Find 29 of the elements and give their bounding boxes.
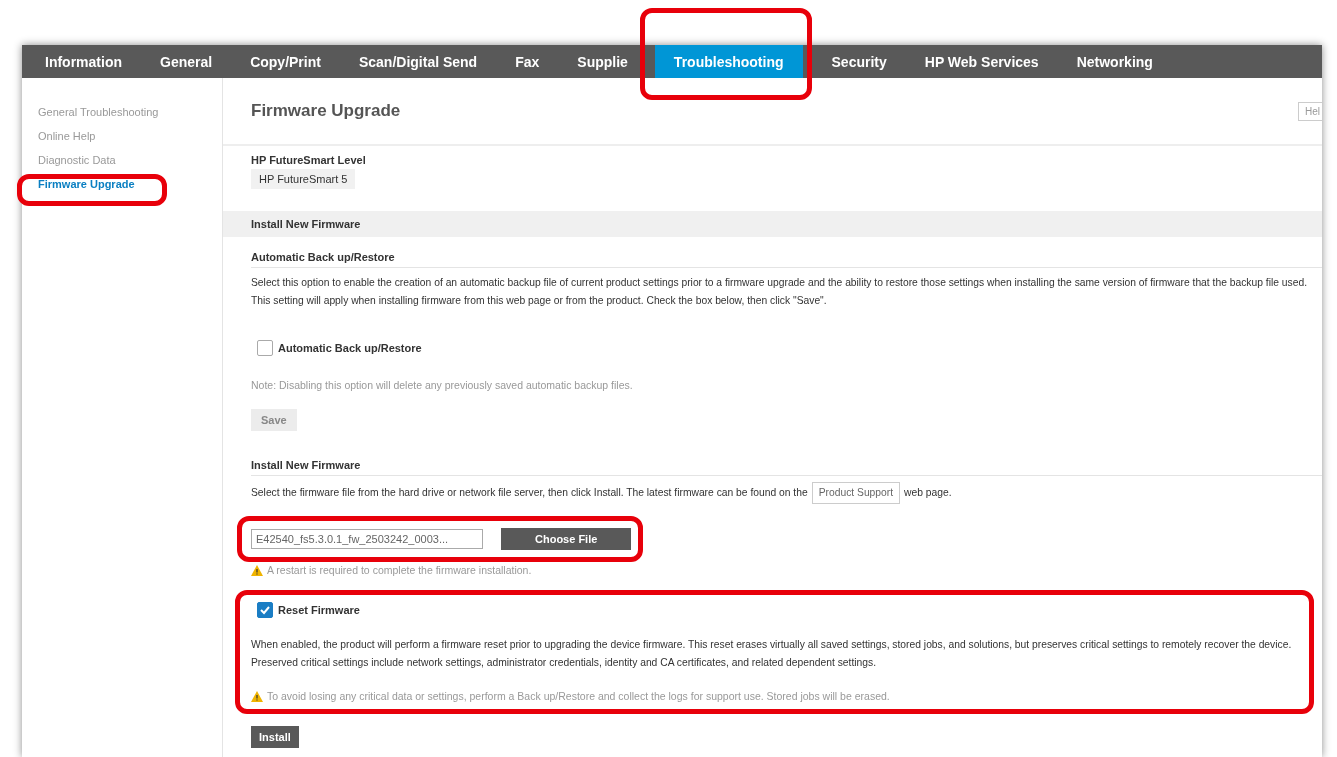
choose-file-button[interactable]: Choose File (501, 528, 632, 550)
futuresmart-value: HP FutureSmart 5 (251, 169, 356, 189)
section-header: Install New Firmware (223, 211, 1322, 237)
nav-tab[interactable]: Fax (496, 45, 559, 78)
section-heading: Install New Firmware (251, 459, 1322, 476)
note-text: Note: Disabling this option will delete any previously saved automatic backup files. (251, 379, 634, 391)
nav-tab[interactable]: Scan/Digital Send (339, 45, 497, 78)
section-heading: Automatic Back up/Restore (251, 251, 1322, 268)
file-path-field[interactable]: E42540_fs5.3.0.1_fw_2503242_0003... (251, 529, 483, 549)
warning-text: To avoid losing any critical data or settings, perform a Back up/Restore and collect the logs for support use. Stored jobs will be erased. (267, 690, 890, 702)
checkbox-label: Reset Firmware (278, 604, 360, 616)
field-label: HP FutureSmart Level (251, 154, 367, 166)
install-button[interactable]: Install (251, 726, 299, 748)
nav-tab[interactable]: Copy/Print (231, 45, 340, 78)
description-text: web page. (904, 486, 952, 500)
nav-tab[interactable]: Information (26, 45, 141, 78)
product-support-link[interactable]: Product Support (811, 482, 901, 504)
nav-tab[interactable]: Networking (1057, 45, 1172, 78)
nav-tab[interactable]: Supplie (558, 45, 647, 78)
nav-tab[interactable]: General (141, 45, 232, 78)
checkbox-label: Automatic Back up/Restore (278, 342, 422, 354)
description-text: Select the firmware file from the hard drive or network file server, then click Install. The latest firmware can be found on the (251, 486, 808, 500)
sidebar-link[interactable]: Firmware Upgrade (22, 178, 222, 191)
warning-text: A restart is required to complete the firmware installation. (267, 564, 532, 576)
description-text: When enabled, the product will perform a firmware reset prior to upgrading the device firmware. This reset erases virtually all saved settings, stored jobs, and solutions, but preserves critical settings to remotely recover the device. Preserved critical settings include network settings, administrator credentials, identity and CA certificates, and related dependent settings. (251, 638, 1293, 670)
description-text: Select this option to enable the creation of an automatic backup file of current product settings prior to a firmware upgrade and the ability to restore those settings when installing the same version of firmware that the backup file used. This setting will apply when installing firmware from this web page or from the product. Check the box below, then click "Save". (251, 276, 1308, 308)
nav-tab[interactable]: HP Web Services (905, 45, 1058, 78)
page-title: Firmware Upgrade (251, 101, 401, 121)
nav-tab[interactable]: Security (812, 45, 906, 78)
